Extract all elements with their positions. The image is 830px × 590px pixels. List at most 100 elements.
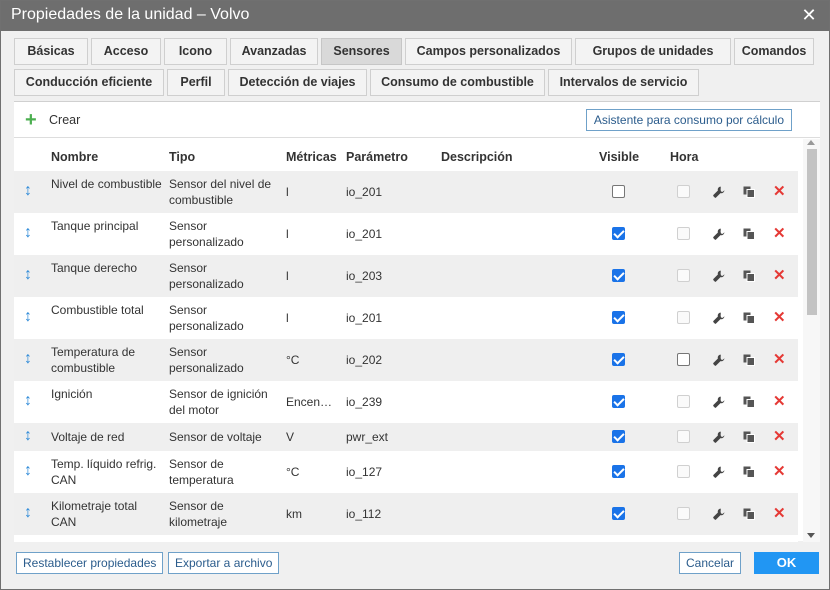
wrench-icon[interactable] — [713, 270, 727, 284]
wrench-icon[interactable] — [713, 508, 727, 522]
drag-handle-icon[interactable]: ↕ — [24, 183, 32, 199]
column-header-parameter[interactable]: Parámetro — [346, 150, 408, 164]
table-row[interactable]: ↕ Ignición Sensor de ignición del motor Enc… — [14, 381, 798, 423]
copy-icon[interactable] — [743, 354, 757, 368]
wrench-icon[interactable] — [713, 396, 727, 410]
visible-checkbox[interactable] — [612, 430, 625, 443]
close-icon[interactable]: ✕ — [801, 6, 817, 24]
column-header-name[interactable]: Nombre — [51, 150, 98, 164]
tab-consumo-de-combustible[interactable]: Consumo de combustible — [370, 69, 545, 96]
wrench-icon[interactable] — [713, 466, 727, 480]
scroll-down-icon[interactable] — [807, 533, 815, 538]
time-checkbox[interactable] — [677, 507, 690, 520]
table-row[interactable]: ↕ Kilometraje total CAN Sensor de kilometr… — [14, 493, 798, 535]
delete-icon[interactable]: ✕ — [773, 268, 786, 283]
visible-checkbox[interactable] — [612, 507, 625, 520]
column-header-type[interactable]: Tipo — [169, 150, 195, 164]
tab-sensores[interactable]: Sensores — [321, 38, 402, 65]
copy-icon[interactable] — [743, 396, 757, 410]
tab-basicas[interactable]: Básicas — [14, 38, 88, 65]
time-checkbox[interactable] — [677, 311, 690, 324]
time-checkbox[interactable] — [677, 395, 690, 408]
consumption-wizard-button[interactable]: Asistente para consumo por cálculo — [585, 109, 792, 131]
time-checkbox[interactable] — [677, 269, 690, 282]
time-checkbox[interactable] — [677, 465, 690, 478]
sensor-parameter: pwr_ext — [346, 430, 389, 444]
column-header-metrics[interactable]: Métricas — [286, 150, 337, 164]
copy-icon[interactable] — [743, 508, 757, 522]
visible-checkbox[interactable] — [612, 395, 625, 408]
visible-checkbox[interactable] — [612, 269, 625, 282]
wrench-icon[interactable] — [713, 228, 727, 242]
ok-button[interactable]: OK — [754, 552, 819, 574]
visible-checkbox[interactable] — [612, 185, 625, 198]
drag-handle-icon[interactable]: ↕ — [24, 428, 32, 444]
visible-checkbox[interactable] — [612, 311, 625, 324]
visible-checkbox[interactable] — [612, 353, 625, 366]
delete-icon[interactable]: ✕ — [773, 184, 786, 199]
copy-icon[interactable] — [743, 228, 757, 242]
delete-icon[interactable]: ✕ — [773, 310, 786, 325]
column-header-visible[interactable]: Visible — [599, 150, 639, 164]
sensor-metrics: °C — [286, 465, 300, 479]
time-checkbox[interactable] — [677, 185, 690, 198]
wrench-icon[interactable] — [713, 354, 727, 368]
delete-icon[interactable]: ✕ — [773, 352, 786, 367]
table-row[interactable]: ↕ Temp. líquido refrig. CAN Sensor de temp… — [14, 451, 798, 493]
visible-checkbox[interactable] — [612, 227, 625, 240]
wrench-icon[interactable] — [713, 312, 727, 326]
table-row[interactable]: ↕ Voltaje de red Sensor de voltaje Vpwr_ext… — [14, 423, 798, 451]
tab-grupos-de-unidades[interactable]: Grupos de unidades — [575, 38, 731, 65]
tab-conduccion-eficiente[interactable]: Conducción eficiente — [14, 69, 164, 96]
time-checkbox[interactable] — [677, 227, 690, 240]
delete-icon[interactable]: ✕ — [773, 429, 786, 444]
column-header-time[interactable]: Hora — [670, 150, 698, 164]
column-header-description[interactable]: Descripción — [441, 150, 513, 164]
tab-campos-personalizados[interactable]: Campos personalizados — [405, 38, 572, 65]
table-row[interactable]: ↕ Nivel de combustible Sensor del nivel de… — [14, 171, 798, 213]
tab-icono[interactable]: Icono — [164, 38, 227, 65]
table-row[interactable]: ↕ Tanque principal Sensor personalizado l io… — [14, 213, 798, 255]
copy-icon[interactable] — [743, 312, 757, 326]
tab-acceso[interactable]: Acceso — [91, 38, 161, 65]
sensor-name: Kilometraje total CAN — [51, 499, 138, 529]
drag-handle-icon[interactable]: ↕ — [24, 505, 32, 521]
copy-icon[interactable] — [743, 270, 757, 284]
drag-handle-icon[interactable]: ↕ — [24, 393, 32, 409]
copy-icon[interactable] — [743, 431, 757, 445]
tab-deteccion-de-viajes[interactable]: Detección de viajes — [228, 69, 367, 96]
tab-comandos[interactable]: Comandos — [734, 38, 814, 65]
sensor-parameter: io_201 — [346, 227, 383, 241]
tab-avanzadas[interactable]: Avanzadas — [230, 38, 318, 65]
delete-icon[interactable]: ✕ — [773, 226, 786, 241]
drag-handle-icon[interactable]: ↕ — [24, 463, 32, 479]
drag-handle-icon[interactable]: ↕ — [24, 309, 32, 325]
delete-icon[interactable]: ✕ — [773, 394, 786, 409]
table-row[interactable]: ↕ Tanque derecho Sensor personalizado l io_2… — [14, 255, 798, 297]
reset-properties-button[interactable]: Restablecer propiedades — [16, 552, 164, 574]
wrench-icon[interactable] — [713, 431, 727, 445]
scroll-up-icon[interactable] — [807, 140, 815, 145]
time-checkbox[interactable] — [677, 353, 690, 366]
scroll-thumb[interactable] — [807, 149, 817, 315]
delete-icon[interactable]: ✕ — [773, 464, 786, 479]
drag-handle-icon[interactable]: ↕ — [24, 351, 32, 367]
cancel-button[interactable]: Cancelar — [679, 552, 742, 574]
wrench-icon[interactable] — [713, 186, 727, 200]
tab-perfil[interactable]: Perfil — [167, 69, 225, 96]
drag-handle-icon[interactable]: ↕ — [24, 267, 32, 283]
table-scrollbar[interactable] — [803, 139, 820, 542]
drag-handle-icon[interactable]: ↕ — [24, 225, 32, 241]
export-to-file-button[interactable]: Exportar a archivo — [168, 552, 280, 574]
visible-checkbox[interactable] — [612, 465, 625, 478]
create-sensor-button[interactable]: + Crear — [25, 110, 80, 130]
tab-intervalos-de-servicio[interactable]: Intervalos de servicio — [548, 69, 699, 96]
copy-icon[interactable] — [743, 186, 757, 200]
delete-icon[interactable]: ✕ — [773, 506, 786, 521]
copy-icon[interactable] — [743, 466, 757, 480]
sensor-metrics: km — [286, 507, 302, 521]
table-row[interactable]: ↕ Combustible total Sensor personalizado l i… — [14, 297, 798, 339]
table-row[interactable]: ↕ Temperatura de combustible Sensor person… — [14, 339, 798, 381]
sensor-metrics: l — [286, 269, 289, 283]
time-checkbox[interactable] — [677, 430, 690, 443]
